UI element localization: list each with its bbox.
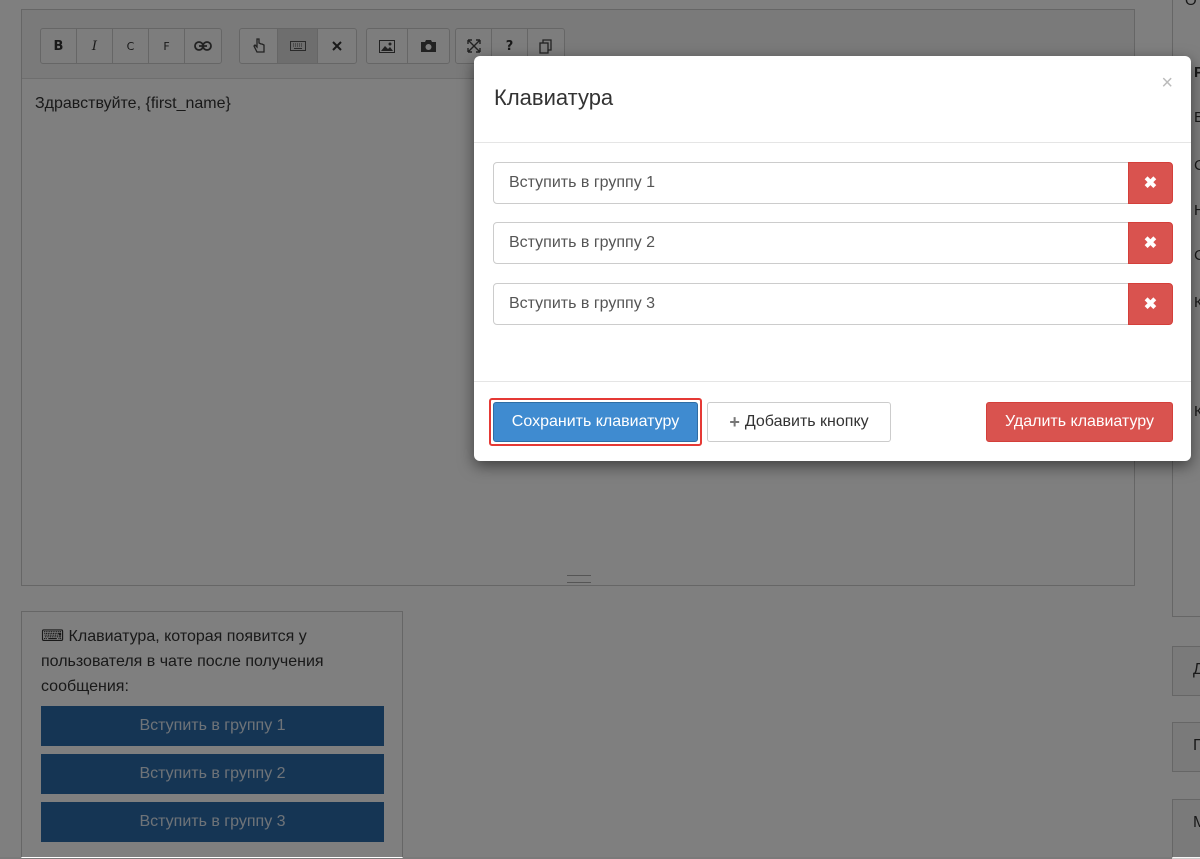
delete-button-3[interactable]: ✖ [1128,283,1173,325]
plus-icon: + [729,411,740,432]
keyboard-row-2: ✖ [493,222,1173,264]
keyboard-modal: Клавиатура × ✖ ✖ ✖ Сохранить клавиатуру … [474,56,1191,461]
delete-keyboard-button[interactable]: Удалить клавиатуру [986,402,1173,442]
button-label-input-1[interactable] [493,162,1129,204]
modal-header-divider [474,142,1191,143]
add-button-label: Добавить кнопку [744,413,869,430]
modal-title: Клавиатура [494,85,614,110]
close-icon[interactable]: × [1161,72,1173,95]
modal-footer-divider [474,381,1191,382]
delete-button-2[interactable]: ✖ [1128,222,1173,264]
keyboard-row-1: ✖ [493,162,1173,204]
add-button-button[interactable]: + Добавить кнопку [707,402,891,442]
keyboard-row-3: ✖ [493,283,1173,325]
button-label-input-3[interactable] [493,283,1129,325]
button-label-input-2[interactable] [493,222,1129,264]
delete-button-1[interactable]: ✖ [1128,162,1173,204]
save-keyboard-button[interactable]: Сохранить клавиатуру [493,402,698,442]
